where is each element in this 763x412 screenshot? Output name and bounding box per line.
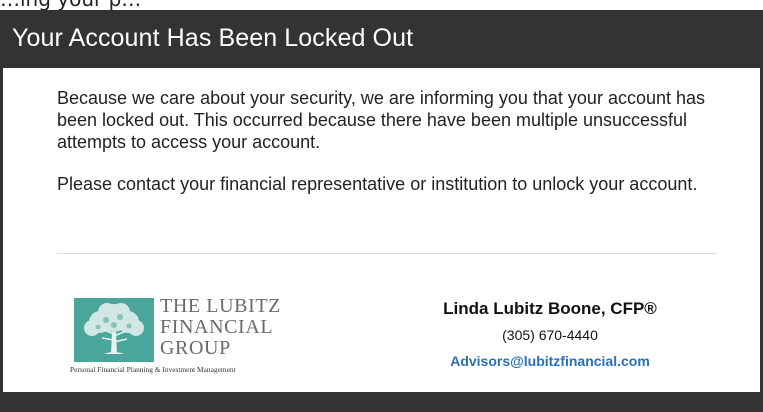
logo-line-1: THE LUBITZ bbox=[160, 295, 281, 317]
page-title: Your Account Has Been Locked Out bbox=[12, 24, 414, 52]
message-body: Because we care about your security, we … bbox=[57, 87, 727, 215]
lockout-notice-card: Your Account Has Been Locked Out Because… bbox=[0, 10, 763, 412]
advisor-phone: (305) 670-4440 bbox=[502, 327, 598, 343]
divider bbox=[57, 253, 716, 254]
contact-block: Linda Lubitz Boone, CFP® (305) 670-4440 … bbox=[410, 298, 690, 371]
message-paragraph-2: Please contact your financial representa… bbox=[57, 174, 698, 194]
tree-icon bbox=[74, 298, 154, 362]
logo-line-2: FINANCIAL bbox=[160, 316, 274, 338]
company-logo: THE LUBITZ FINANCIAL GROUP Personal Fina… bbox=[70, 290, 290, 382]
header-bar: Your Account Has Been Locked Out bbox=[0, 10, 763, 68]
clipped-top-text-strip: …ing your p… bbox=[0, 0, 763, 10]
footer-bar bbox=[0, 392, 763, 412]
left-border bbox=[0, 68, 3, 392]
tree-icon-graphic bbox=[74, 298, 154, 362]
clipped-top-text: …ing your p… bbox=[0, 0, 141, 10]
logo-tagline: Personal Financial Planning & Investment… bbox=[70, 365, 236, 374]
logo-wordmark: THE LUBITZ FINANCIAL GROUP bbox=[160, 296, 281, 359]
advisor-email-link[interactable]: Advisors@lubitzfinancial.com bbox=[450, 352, 650, 370]
logo-line-3: GROUP bbox=[160, 337, 231, 359]
advisor-name: Linda Lubitz Boone, CFP® bbox=[443, 299, 657, 318]
message-paragraph-1: Because we care about your security, we … bbox=[57, 88, 706, 152]
